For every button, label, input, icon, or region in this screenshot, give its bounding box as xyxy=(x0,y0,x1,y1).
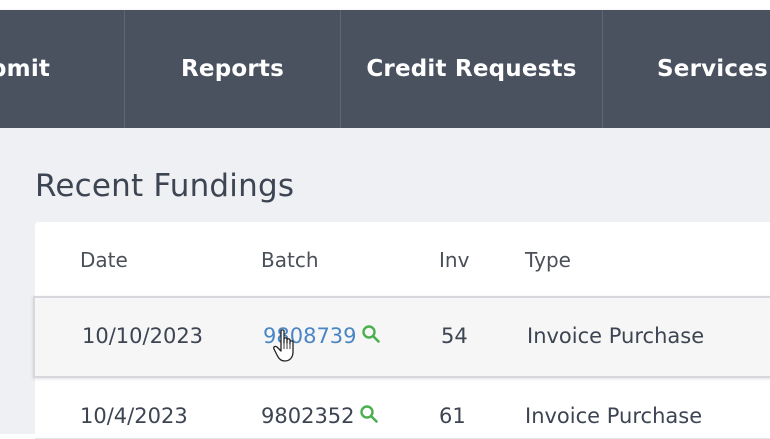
search-icon[interactable] xyxy=(359,404,379,424)
nav-item-services[interactable]: Services xyxy=(603,10,770,128)
column-header-type[interactable]: Type xyxy=(525,248,571,272)
fundings-table: Date Batch Inv Type 10/10/2023 9808739 5… xyxy=(33,222,770,439)
cell-inv: 54 xyxy=(441,324,468,348)
cell-date: 10/4/2023 xyxy=(80,404,188,428)
column-header-inv[interactable]: Inv xyxy=(439,248,469,272)
nav-item-credit-requests[interactable]: Credit Requests xyxy=(341,10,603,128)
window-top-strip xyxy=(0,0,770,10)
nav-item-label: bmit xyxy=(0,56,51,82)
column-header-date[interactable]: Date xyxy=(80,248,128,272)
column-header-batch[interactable]: Batch xyxy=(261,248,319,272)
cell-date: 10/10/2023 xyxy=(82,324,204,348)
cell-type: Invoice Purchase xyxy=(527,324,705,348)
table-row[interactable]: 10/10/2023 9808739 54 Invoice Purchase xyxy=(33,296,770,378)
nav-item-label: Reports xyxy=(180,56,284,82)
cell-batch: 9802352 xyxy=(261,404,379,428)
content-area: Recent Fundings Date Batch Inv Type 10/1… xyxy=(0,128,770,439)
nav-item-label: Services xyxy=(657,56,768,82)
table-header-row: Date Batch Inv Type xyxy=(35,222,770,298)
section-title: Recent Fundings xyxy=(35,168,295,204)
cell-type: Invoice Purchase xyxy=(525,404,703,428)
main-navbar: bmit Reports Credit Requests Services xyxy=(0,10,770,128)
nav-item-label: Credit Requests xyxy=(366,56,577,82)
table-row[interactable]: 10/4/2023 9802352 61 Invoice Purchase xyxy=(35,378,770,439)
search-icon[interactable] xyxy=(361,324,381,344)
nav-item-submit[interactable]: bmit xyxy=(0,10,125,128)
hand-cursor-icon xyxy=(273,329,294,362)
cell-inv: 61 xyxy=(439,404,466,428)
nav-item-reports[interactable]: Reports xyxy=(125,10,341,128)
batch-link[interactable]: 9802352 xyxy=(261,404,355,428)
